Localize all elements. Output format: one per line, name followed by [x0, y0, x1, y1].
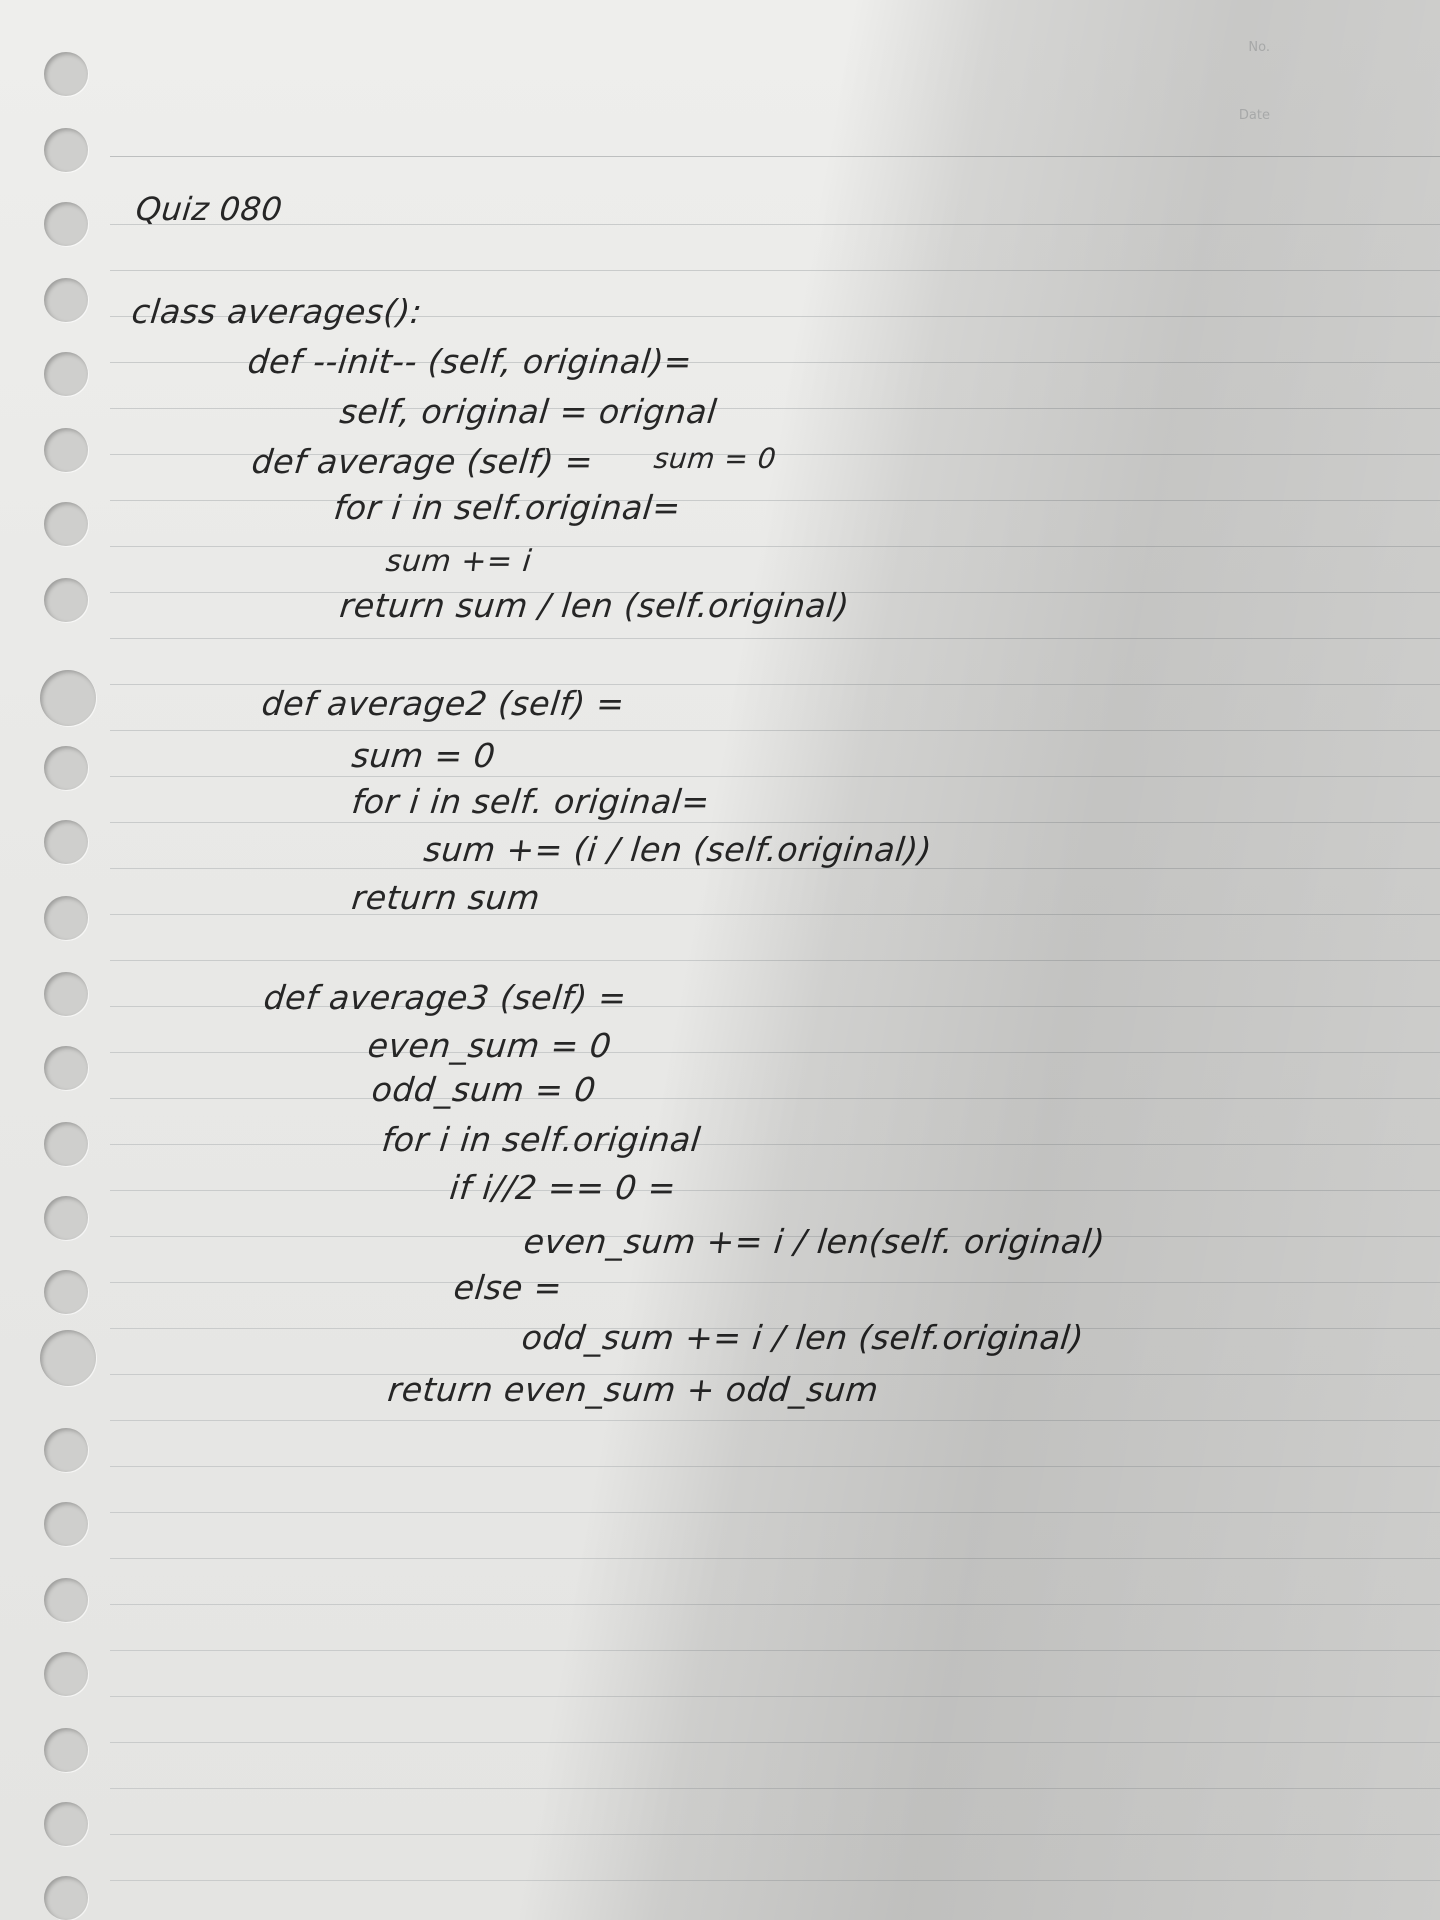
binder-hole: [44, 1876, 88, 1920]
ruled-line: [110, 1144, 1440, 1145]
binder-hole: [40, 670, 96, 726]
code-line: odd_sum += i / len (self.original): [519, 1318, 1086, 1357]
no-label: No.: [1248, 40, 1270, 55]
binder-hole: [44, 1270, 88, 1314]
ruled-line: [110, 1604, 1440, 1605]
code-line: sum += i: [384, 544, 534, 579]
binder-hole: [44, 1122, 88, 1166]
code-line: class averages():: [129, 292, 425, 331]
ruled-line: [110, 1834, 1440, 1835]
code-line: for i in self.original=: [331, 488, 683, 527]
ruled-line: [110, 638, 1440, 639]
binder-hole: [44, 1502, 88, 1546]
binder-hole: [44, 278, 88, 322]
ruled-line: [110, 1190, 1440, 1191]
ruled-line: [110, 1880, 1440, 1881]
binder-hole: [44, 1428, 88, 1472]
binder-hole: [44, 1728, 88, 1772]
binder-hole: [44, 352, 88, 396]
binder-hole: [40, 1330, 96, 1386]
binder-hole: [44, 128, 88, 172]
code-line: for i in self. original=: [349, 782, 712, 821]
code-line: sum += (i / len (self.original)): [421, 830, 934, 869]
binder-hole: [44, 1578, 88, 1622]
code-line: return sum: [349, 878, 543, 917]
code-line: return sum / len (self.original): [337, 586, 852, 625]
ruled-line: [110, 776, 1440, 777]
code-line: else =: [451, 1268, 565, 1307]
code-line: def --init-- (self, original)=: [245, 342, 695, 381]
ruled-line: [110, 224, 1440, 225]
binder-hole: [44, 428, 88, 472]
binder-hole: [44, 820, 88, 864]
ruled-line: [110, 1558, 1440, 1559]
code-line: for i in self.original: [379, 1120, 703, 1159]
quiz-title: Quiz 080: [134, 190, 285, 228]
code-line: sum = 0: [349, 736, 498, 775]
code-line: def average2 (self) =: [259, 684, 627, 723]
code-line: if i//2 == 0 =: [447, 1168, 679, 1207]
binder-hole: [44, 1046, 88, 1090]
ruled-line: [110, 730, 1440, 731]
ruled-line: [110, 500, 1440, 501]
binder-hole: [44, 1802, 88, 1846]
code-line: def average3 (self) =: [261, 978, 629, 1017]
ruled-line: [110, 270, 1440, 271]
code-line: odd_sum = 0: [369, 1070, 599, 1109]
code-line: def average (self) =: [249, 442, 596, 481]
ruled-line: [110, 914, 1440, 915]
binder-hole: [44, 972, 88, 1016]
binder-hole: [44, 1652, 88, 1696]
ruled-line: [110, 1512, 1440, 1513]
code-line: even_sum += i / len(self. original): [521, 1222, 1108, 1261]
ruled-line: [110, 1650, 1440, 1651]
date-label: Date: [1238, 108, 1270, 123]
ruled-line: [110, 960, 1440, 961]
header-rule: [110, 156, 1440, 157]
binder-hole: [44, 1196, 88, 1240]
code-line: self, original = orignal: [337, 392, 719, 431]
ruled-line: [110, 1742, 1440, 1743]
code-line: even_sum = 0: [365, 1026, 614, 1065]
ruled-line: [110, 1052, 1440, 1053]
ruled-line: [110, 546, 1440, 547]
binder-hole: [44, 202, 88, 246]
binder-hole: [44, 52, 88, 96]
binder-hole: [44, 502, 88, 546]
binder-hole: [44, 578, 88, 622]
code-line: return even_sum + odd_sum: [385, 1370, 881, 1409]
ruled-line: [110, 1696, 1440, 1697]
ruled-line: [110, 1420, 1440, 1421]
ruled-line: [110, 1098, 1440, 1099]
ruled-line: [110, 1466, 1440, 1467]
notebook-page: No. Date Quiz 080 class averages(): def …: [0, 0, 1440, 1920]
ruled-line: [110, 408, 1440, 409]
ruled-line: [110, 1282, 1440, 1283]
binder-hole: [44, 896, 88, 940]
ruled-line: [110, 1788, 1440, 1789]
code-line: sum = 0: [652, 442, 778, 475]
binder-hole: [44, 746, 88, 790]
ruled-line: [110, 822, 1440, 823]
